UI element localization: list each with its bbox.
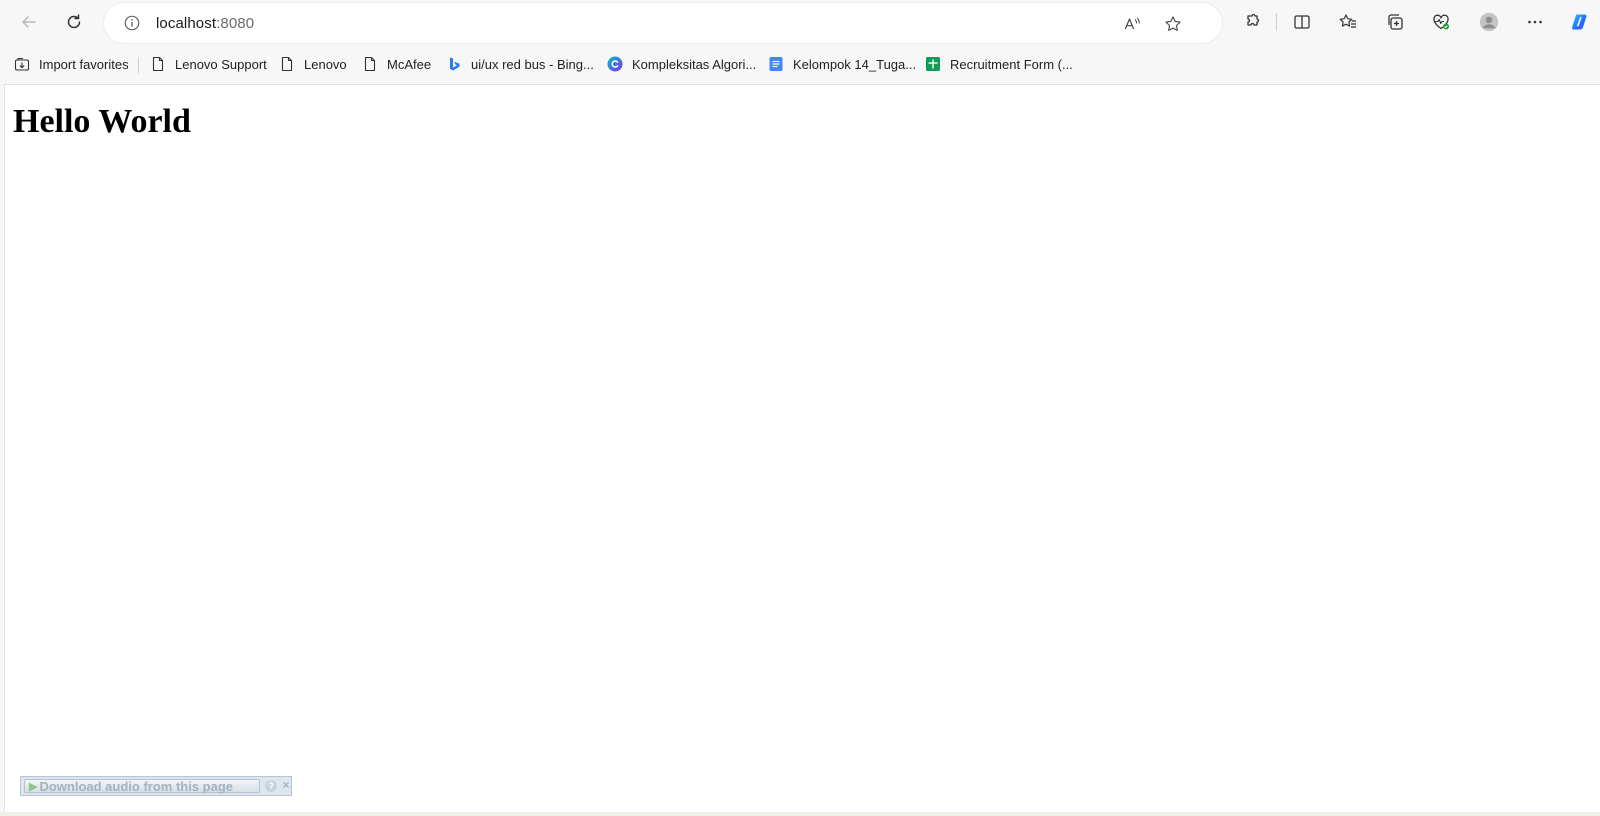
favorite-bing-search[interactable]: ui/ux red bus - Bing... (446, 52, 594, 76)
favorite-label: ui/ux red bus - Bing... (471, 56, 594, 72)
favorite-mcafee[interactable]: McAfee (362, 52, 431, 76)
page-viewport: Hello World (4, 84, 1600, 813)
read-aloud-icon[interactable] (1120, 12, 1144, 36)
back-arrow-icon (22, 16, 36, 28)
canva-icon (607, 56, 623, 72)
favorite-label: Import favorites (39, 56, 129, 72)
more-dots-icon (1528, 20, 1542, 24)
more-button[interactable] (1519, 6, 1551, 38)
refresh-icon (67, 14, 81, 29)
favorite-recruitment-form[interactable]: Recruitment Form (... (925, 52, 1073, 76)
collections-button[interactable] (1379, 6, 1411, 38)
back-button[interactable] (13, 6, 45, 38)
help-icon[interactable]: ? (265, 780, 277, 792)
puzzle-icon (1247, 13, 1260, 26)
favorites-list-icon (1339, 14, 1356, 28)
info-icon[interactable] (122, 13, 142, 33)
close-icon[interactable]: × (280, 778, 292, 792)
favorite-label: Recruitment Form (... (950, 56, 1073, 72)
toolbar-divider (1276, 13, 1277, 31)
favorite-label: McAfee (387, 56, 432, 72)
favorite-import[interactable]: Import favorites (14, 52, 129, 76)
url-port: :8080 (216, 15, 255, 32)
browser-toolbar: localhost:8080 (0, 0, 1600, 44)
favorite-lenovo[interactable]: Lenovo (279, 52, 347, 76)
star-icon[interactable] (1161, 12, 1185, 36)
favorites-button[interactable] (1332, 6, 1364, 38)
page-icon (279, 56, 295, 72)
profile-button[interactable] (1473, 6, 1505, 38)
heart-pulse-icon (1433, 14, 1449, 30)
window-bottom-edge (0, 812, 1600, 816)
page-icon (150, 56, 166, 72)
extensions-button[interactable] (1236, 6, 1268, 38)
favorite-label: Kelompok 14_Tuga... (793, 56, 917, 72)
play-icon: ▶ (29, 780, 38, 793)
address-url[interactable]: localhost:8080 (156, 15, 254, 32)
split-screen-icon (1294, 15, 1310, 29)
import-icon (14, 56, 30, 72)
favorites-bar: Import favorites Lenovo Support Lenovo M… (0, 48, 1600, 80)
refresh-button[interactable] (58, 6, 90, 38)
favorite-label: Lenovo (304, 56, 347, 72)
favorite-lenovo-support[interactable]: Lenovo Support (150, 52, 267, 76)
favorite-label: Kompleksitas Algori... (632, 56, 757, 72)
favorite-label: Lenovo Support (175, 56, 267, 72)
google-docs-icon (768, 56, 784, 72)
page-heading: Hello World (13, 103, 191, 140)
download-audio-label: Download audio from this page (39, 778, 234, 794)
browser-essentials-button[interactable] (1425, 6, 1457, 38)
profile-avatar-icon (1479, 12, 1499, 32)
favorite-kompleksitas[interactable]: Kompleksitas Algori... (607, 52, 756, 76)
split-screen-button[interactable] (1286, 6, 1318, 38)
download-audio-bar: ▶ Download audio from this page ? × (20, 776, 292, 796)
copilot-icon (1572, 14, 1587, 30)
bing-icon (446, 56, 462, 72)
download-audio-button[interactable]: ▶ Download audio from this page (24, 778, 260, 794)
collections-icon (1388, 14, 1403, 30)
address-bar[interactable]: localhost:8080 (104, 3, 1222, 43)
url-host: localhost (156, 15, 217, 32)
google-sheets-icon (925, 56, 941, 72)
favorite-kelompok-14[interactable]: Kelompok 14_Tuga... (768, 52, 916, 76)
page-icon (362, 56, 378, 72)
favorites-divider (138, 57, 139, 73)
copilot-button[interactable] (1564, 6, 1596, 38)
